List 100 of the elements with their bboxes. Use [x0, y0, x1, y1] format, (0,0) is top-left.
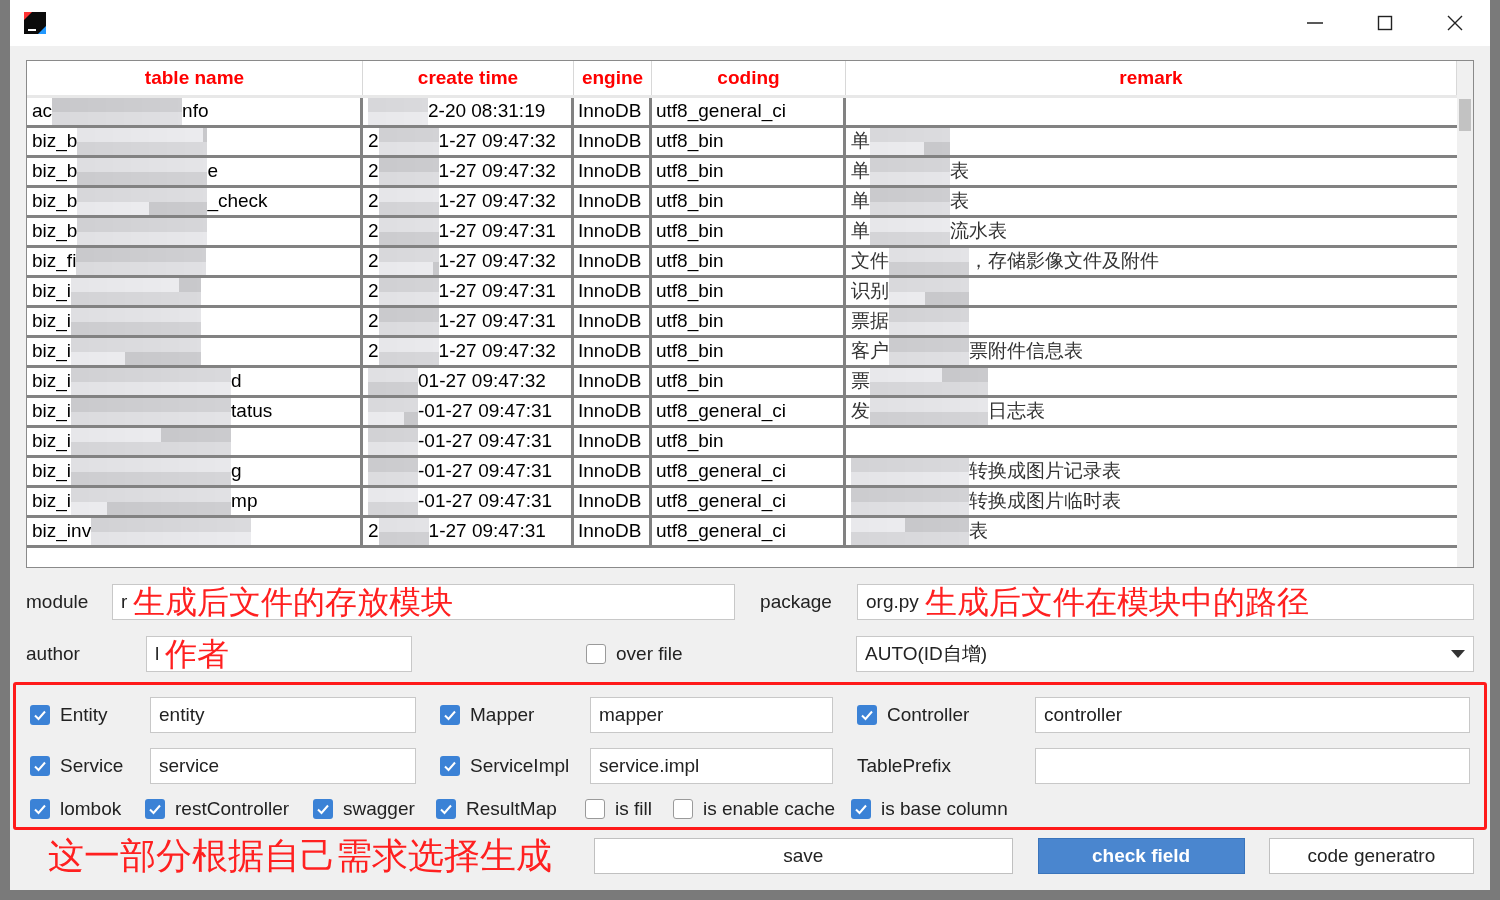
- checkbox[interactable]: [313, 799, 333, 820]
- table-cell: InnoDB: [574, 308, 652, 335]
- blurred-patch: [378, 308, 439, 335]
- cell-text: mp: [231, 489, 258, 514]
- blurred-patch: [368, 428, 418, 455]
- checkbox[interactable]: [851, 799, 871, 820]
- checkbox[interactable]: [30, 756, 50, 777]
- action-button[interactable]: save: [594, 838, 1013, 874]
- cell-text: 2: [367, 339, 379, 364]
- scrollbar[interactable]: [1457, 61, 1473, 567]
- cell-text: 2: [367, 249, 379, 274]
- cell-text: 2: [367, 519, 379, 544]
- cell-text: 单: [850, 189, 870, 214]
- checkbox-label: is enable cache: [703, 797, 836, 822]
- blurred-patch: [378, 278, 439, 305]
- cell-text: 转换成图片临时表: [969, 489, 1121, 514]
- checkbox[interactable]: [30, 705, 50, 726]
- cell-text: 2: [367, 159, 379, 184]
- cell-text: -01-27 09:47:31: [418, 399, 553, 424]
- cell-text: 2: [367, 129, 379, 154]
- blurred-patch: [378, 218, 439, 245]
- table-cell: InnoDB: [574, 248, 652, 275]
- cell-text: 1-27 09:47:32: [438, 249, 556, 274]
- blurred-patch: [368, 368, 418, 395]
- cell-text: nfo: [182, 99, 209, 124]
- cell-text: 识别: [850, 279, 889, 304]
- cell-text: 单: [850, 129, 870, 154]
- input-field[interactable]: controller: [1035, 697, 1470, 734]
- cell-text: 票: [850, 369, 870, 394]
- input-field[interactable]: mapper: [590, 697, 833, 734]
- table-cell: InnoDB: [574, 278, 652, 305]
- cell-text: 1-27 09:47:31: [438, 279, 556, 304]
- maximize-icon: [1377, 15, 1393, 31]
- input-field[interactable]: service: [150, 748, 416, 785]
- cell-text: 客户: [850, 339, 889, 364]
- check-icon: [443, 759, 457, 774]
- checkbox[interactable]: [436, 799, 456, 820]
- column-header[interactable]: coding: [652, 61, 846, 95]
- cell-text: 票附件信息表: [969, 339, 1083, 364]
- minimize-icon: [1307, 22, 1323, 24]
- id-type-dropdown[interactable]: AUTO(ID自增): [856, 636, 1474, 672]
- checkbox-label: is base column: [881, 797, 1008, 822]
- annotation-text: 作者: [165, 637, 230, 671]
- field-label: module: [26, 589, 90, 614]
- cell-text: 表: [950, 159, 969, 184]
- table-cell: InnoDB: [574, 488, 652, 515]
- cell-text: 1-27 09:47:31: [428, 519, 546, 544]
- table-cell: InnoDB: [574, 98, 652, 125]
- cell-text: 1-27 09:47:31: [438, 219, 556, 244]
- table-cell: utf8_general_ci: [652, 518, 846, 545]
- annotation-text: 这一部分根据自己需求选择生成: [47, 834, 553, 878]
- table-cell: utf8_bin: [652, 308, 846, 335]
- cell-text: biz_i: [31, 309, 72, 334]
- table-cell: utf8_bin: [652, 368, 846, 395]
- column-header[interactable]: engine: [574, 61, 652, 95]
- checkbox[interactable]: [440, 756, 460, 777]
- cell-text: 2: [367, 309, 379, 334]
- input-field[interactable]: service.impl: [590, 748, 833, 785]
- cell-text: -01-27 09:47:31: [418, 489, 553, 514]
- checkbox[interactable]: [145, 799, 165, 820]
- cell-text: 发: [850, 399, 870, 424]
- checkbox-label: Mapper: [470, 703, 535, 728]
- checkbox[interactable]: [30, 799, 50, 820]
- blurred-patch: [368, 398, 418, 425]
- blurred-patch: [378, 158, 439, 185]
- cell-text: 文件: [850, 249, 889, 274]
- action-button[interactable]: check field: [1037, 838, 1245, 874]
- column-header[interactable]: create time: [363, 61, 574, 95]
- checkbox-label: restController: [175, 797, 290, 822]
- cell-text: biz_i: [31, 279, 72, 304]
- table-cell: utf8_bin: [652, 428, 846, 455]
- column-header[interactable]: table name: [27, 61, 363, 95]
- checkbox[interactable]: [857, 705, 877, 726]
- cell-text: 1-27 09:47:32: [438, 339, 556, 364]
- checkbox[interactable]: [673, 799, 693, 820]
- dropdown-value: AUTO(ID自增): [865, 641, 988, 666]
- checkbox[interactable]: [440, 705, 460, 726]
- cell-text: biz_b: [31, 129, 78, 154]
- cell-text: 表: [969, 519, 988, 544]
- cell-text: biz_inv: [31, 519, 92, 544]
- input-field[interactable]: entity: [150, 697, 416, 734]
- checkbox[interactable]: [586, 644, 606, 664]
- cell-text: 1-27 09:47:32: [438, 189, 556, 214]
- checkbox[interactable]: [585, 799, 605, 820]
- checkbox-label: ServiceImpl: [470, 754, 570, 779]
- checkbox-label: Service: [60, 754, 124, 779]
- cell-text: g: [231, 459, 242, 484]
- table-cell: utf8_general_ci: [652, 398, 846, 425]
- check-icon: [33, 708, 47, 723]
- table-cell: InnoDB: [574, 398, 652, 425]
- annotation-text: 生成后文件在模块中的路径: [924, 585, 1309, 619]
- cell-text: 日志表: [988, 399, 1045, 424]
- input-field[interactable]: [1035, 748, 1470, 785]
- app-logo-icon: [22, 10, 48, 36]
- action-button[interactable]: code generatro: [1268, 838, 1474, 874]
- cell-text: tatus: [231, 399, 273, 424]
- dropdown-caret-icon: [1451, 650, 1465, 658]
- table-cell: InnoDB: [574, 128, 652, 155]
- field-label: package: [759, 589, 833, 614]
- cell-text: ，存储影像文件及附件: [969, 249, 1159, 274]
